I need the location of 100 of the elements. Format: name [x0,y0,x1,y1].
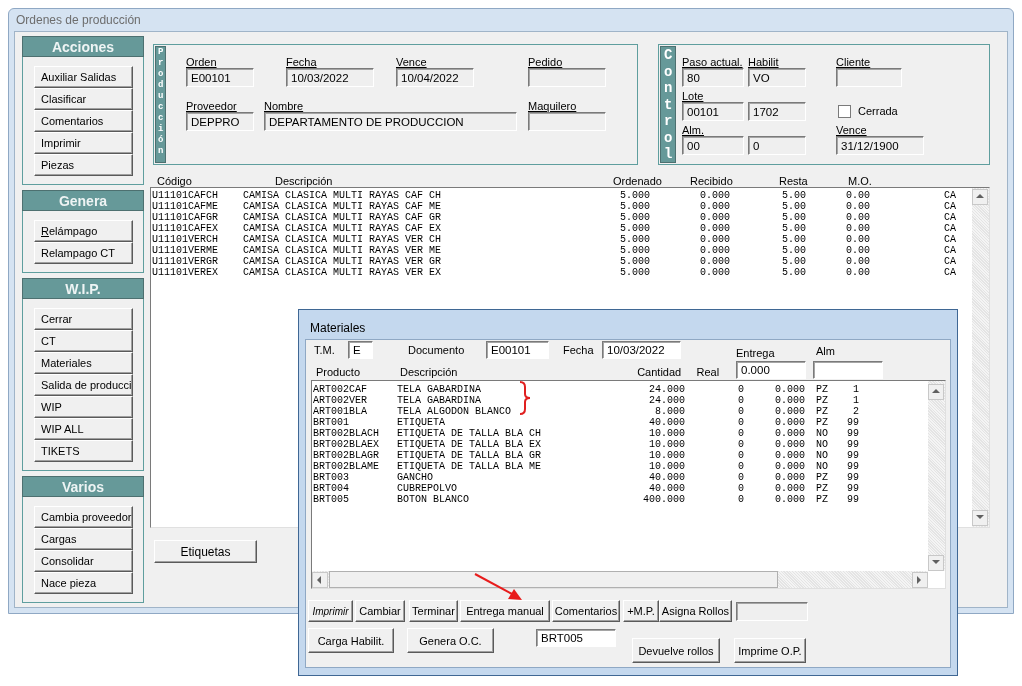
scrollbar[interactable] [972,188,989,527]
table-cell-text: BRT002BLAGR [313,450,380,461]
table-cell-text: 5.000 [619,267,650,278]
dialog-button[interactable]: Cambiar [355,600,405,622]
sidebar-button[interactable]: Cerrar [34,308,133,330]
table-cell-text: 8.000 [654,406,685,417]
sidebar-button[interactable]: Comentarios [34,110,133,132]
scroll-right-button[interactable] [912,571,928,588]
section-header: Varios [22,476,144,497]
field-label: Paso actual. [682,56,744,68]
table-cell-text: TELA GABARDINA [397,384,482,395]
checkbox[interactable] [838,104,851,118]
text-field[interactable]: 31/12/1900 [836,136,924,155]
scroll-up-button[interactable] [972,189,988,205]
table-cell-text: 99 [846,461,859,472]
scroll-down-button[interactable] [928,555,944,571]
etiquetas-button[interactable]: Etiquetas [154,540,257,563]
table-cell-text: 0.000 [699,234,730,245]
scrollbar[interactable] [928,381,945,571]
table-cell-text: U11101VEREX [152,267,219,278]
text-field[interactable]: 0.000 [736,361,806,379]
table-cell-text: CA [943,212,956,223]
field-label: Habilit [748,56,780,68]
text-field[interactable]: VO [748,68,806,87]
table-cell-text: 0.000 [774,450,805,461]
sidebar-button[interactable]: Relámpago [34,220,133,242]
text-field[interactable]: E00101 [186,68,254,87]
text-field[interactable]: BRT005 [536,629,616,647]
column-header: Cantidad [637,366,683,378]
text-field[interactable]: 1702 [748,102,806,121]
dialog-button[interactable]: Terminar [409,600,458,622]
text-field[interactable]: 10/03/2022 [286,68,374,87]
dialog-button[interactable]: +M.P. [623,600,659,622]
arrow-annotation [474,573,524,601]
table-cell-text: 0 [737,395,744,406]
sidebar-button[interactable]: Materiales [34,352,133,374]
table-cell-text: BRT002BLAEX [313,439,380,450]
text-field[interactable] [736,601,808,621]
dialog-button[interactable]: Comentarios [552,600,620,622]
sidebar-button[interactable]: Clasificar [34,88,133,110]
text-field[interactable]: 80 [682,68,744,87]
sidebar-button[interactable]: CT [34,330,133,352]
field-label: Lote [682,90,705,102]
text-field[interactable] [528,68,606,87]
table-cell-text: PZ [815,406,829,417]
table-cell-text: 99 [846,494,859,505]
text-field[interactable]: 0 [748,136,806,155]
dialog-button[interactable]: Asigna Rollos [659,600,732,622]
table-cell-text: PZ [815,483,829,494]
dialog-button[interactable]: Imprime O.P. [734,638,806,663]
column-header: M.O. [848,175,873,187]
sidebar-button[interactable]: Imprimir [34,132,133,154]
text-field[interactable] [836,68,902,87]
field-label: Proveedor [186,100,238,112]
text-field[interactable] [528,112,606,131]
text-field[interactable]: 10/03/2022 [602,341,681,359]
table-cell-text: 0 [737,428,744,439]
table-cell-text: 0.000 [774,417,805,428]
table-cell-text: CAMISA CLASICA MULTI RAYAS CAF GR [243,212,443,223]
text-field[interactable]: E [348,341,373,359]
sidebar-button[interactable]: Relampago CT [34,242,133,264]
scroll-up-button[interactable] [928,384,944,400]
sidebar-button[interactable]: Nace pieza [34,572,133,594]
table-cell-text: U11101VERGR [152,256,219,267]
sidebar-button[interactable]: WIP ALL [34,418,133,440]
sidebar-button[interactable]: Salida de producci [34,374,133,396]
scroll-thumb[interactable] [329,571,778,588]
dialog-button[interactable]: Genera O.C. [407,628,494,653]
text-field[interactable]: 00101 [682,102,744,121]
table-cell-text: 10.000 [648,439,685,450]
sidebar-button[interactable]: Auxiliar Salidas [34,66,133,88]
dialog-button[interactable]: Entrega manual [460,600,550,622]
table-cell-text: ETIQUETA DE TALLA BLA CH [397,428,543,439]
text-field[interactable] [813,361,883,379]
table-cell-text: TELA GABARDINA [397,395,482,406]
sidebar-button[interactable]: Consolidar [34,550,133,572]
text-field[interactable]: 10/04/2022 [396,68,474,87]
text-field[interactable]: E00101 [486,341,549,359]
table-cell-text: ART002CAF [313,384,368,395]
sidebar-button[interactable]: WIP [34,396,133,418]
text-field[interactable]: DEPPRO [186,112,254,131]
scroll-left-button[interactable] [312,571,328,588]
table-cell-text: 5.00 [781,234,806,245]
text-field[interactable]: DEPARTAMENTO DE PRODUCCION [264,112,517,131]
table-cell-text: NO [815,461,829,472]
dialog-button[interactable]: Devuelve rollos [632,638,720,663]
table-cell-text: 10.000 [648,428,685,439]
sidebar-button[interactable]: Cargas [34,528,133,550]
scrollbar[interactable] [312,571,928,588]
scroll-down-button[interactable] [972,510,988,526]
sidebar-button[interactable]: Cambia proveedor [34,506,133,528]
dialog-button[interactable]: Carga Habilit. [308,628,394,653]
table-cell-text: 0.00 [845,256,870,267]
table-cell-text: 40.000 [648,472,685,483]
table-cell-text: BRT002BLAME [313,461,380,472]
sidebar-button[interactable]: TIKETS [34,440,133,462]
table-cell-text: 0.000 [699,190,730,201]
text-field[interactable]: 00 [682,136,744,155]
sidebar-button[interactable]: Piezas [34,154,133,176]
dialog-button[interactable]: Imprimir [308,600,353,622]
